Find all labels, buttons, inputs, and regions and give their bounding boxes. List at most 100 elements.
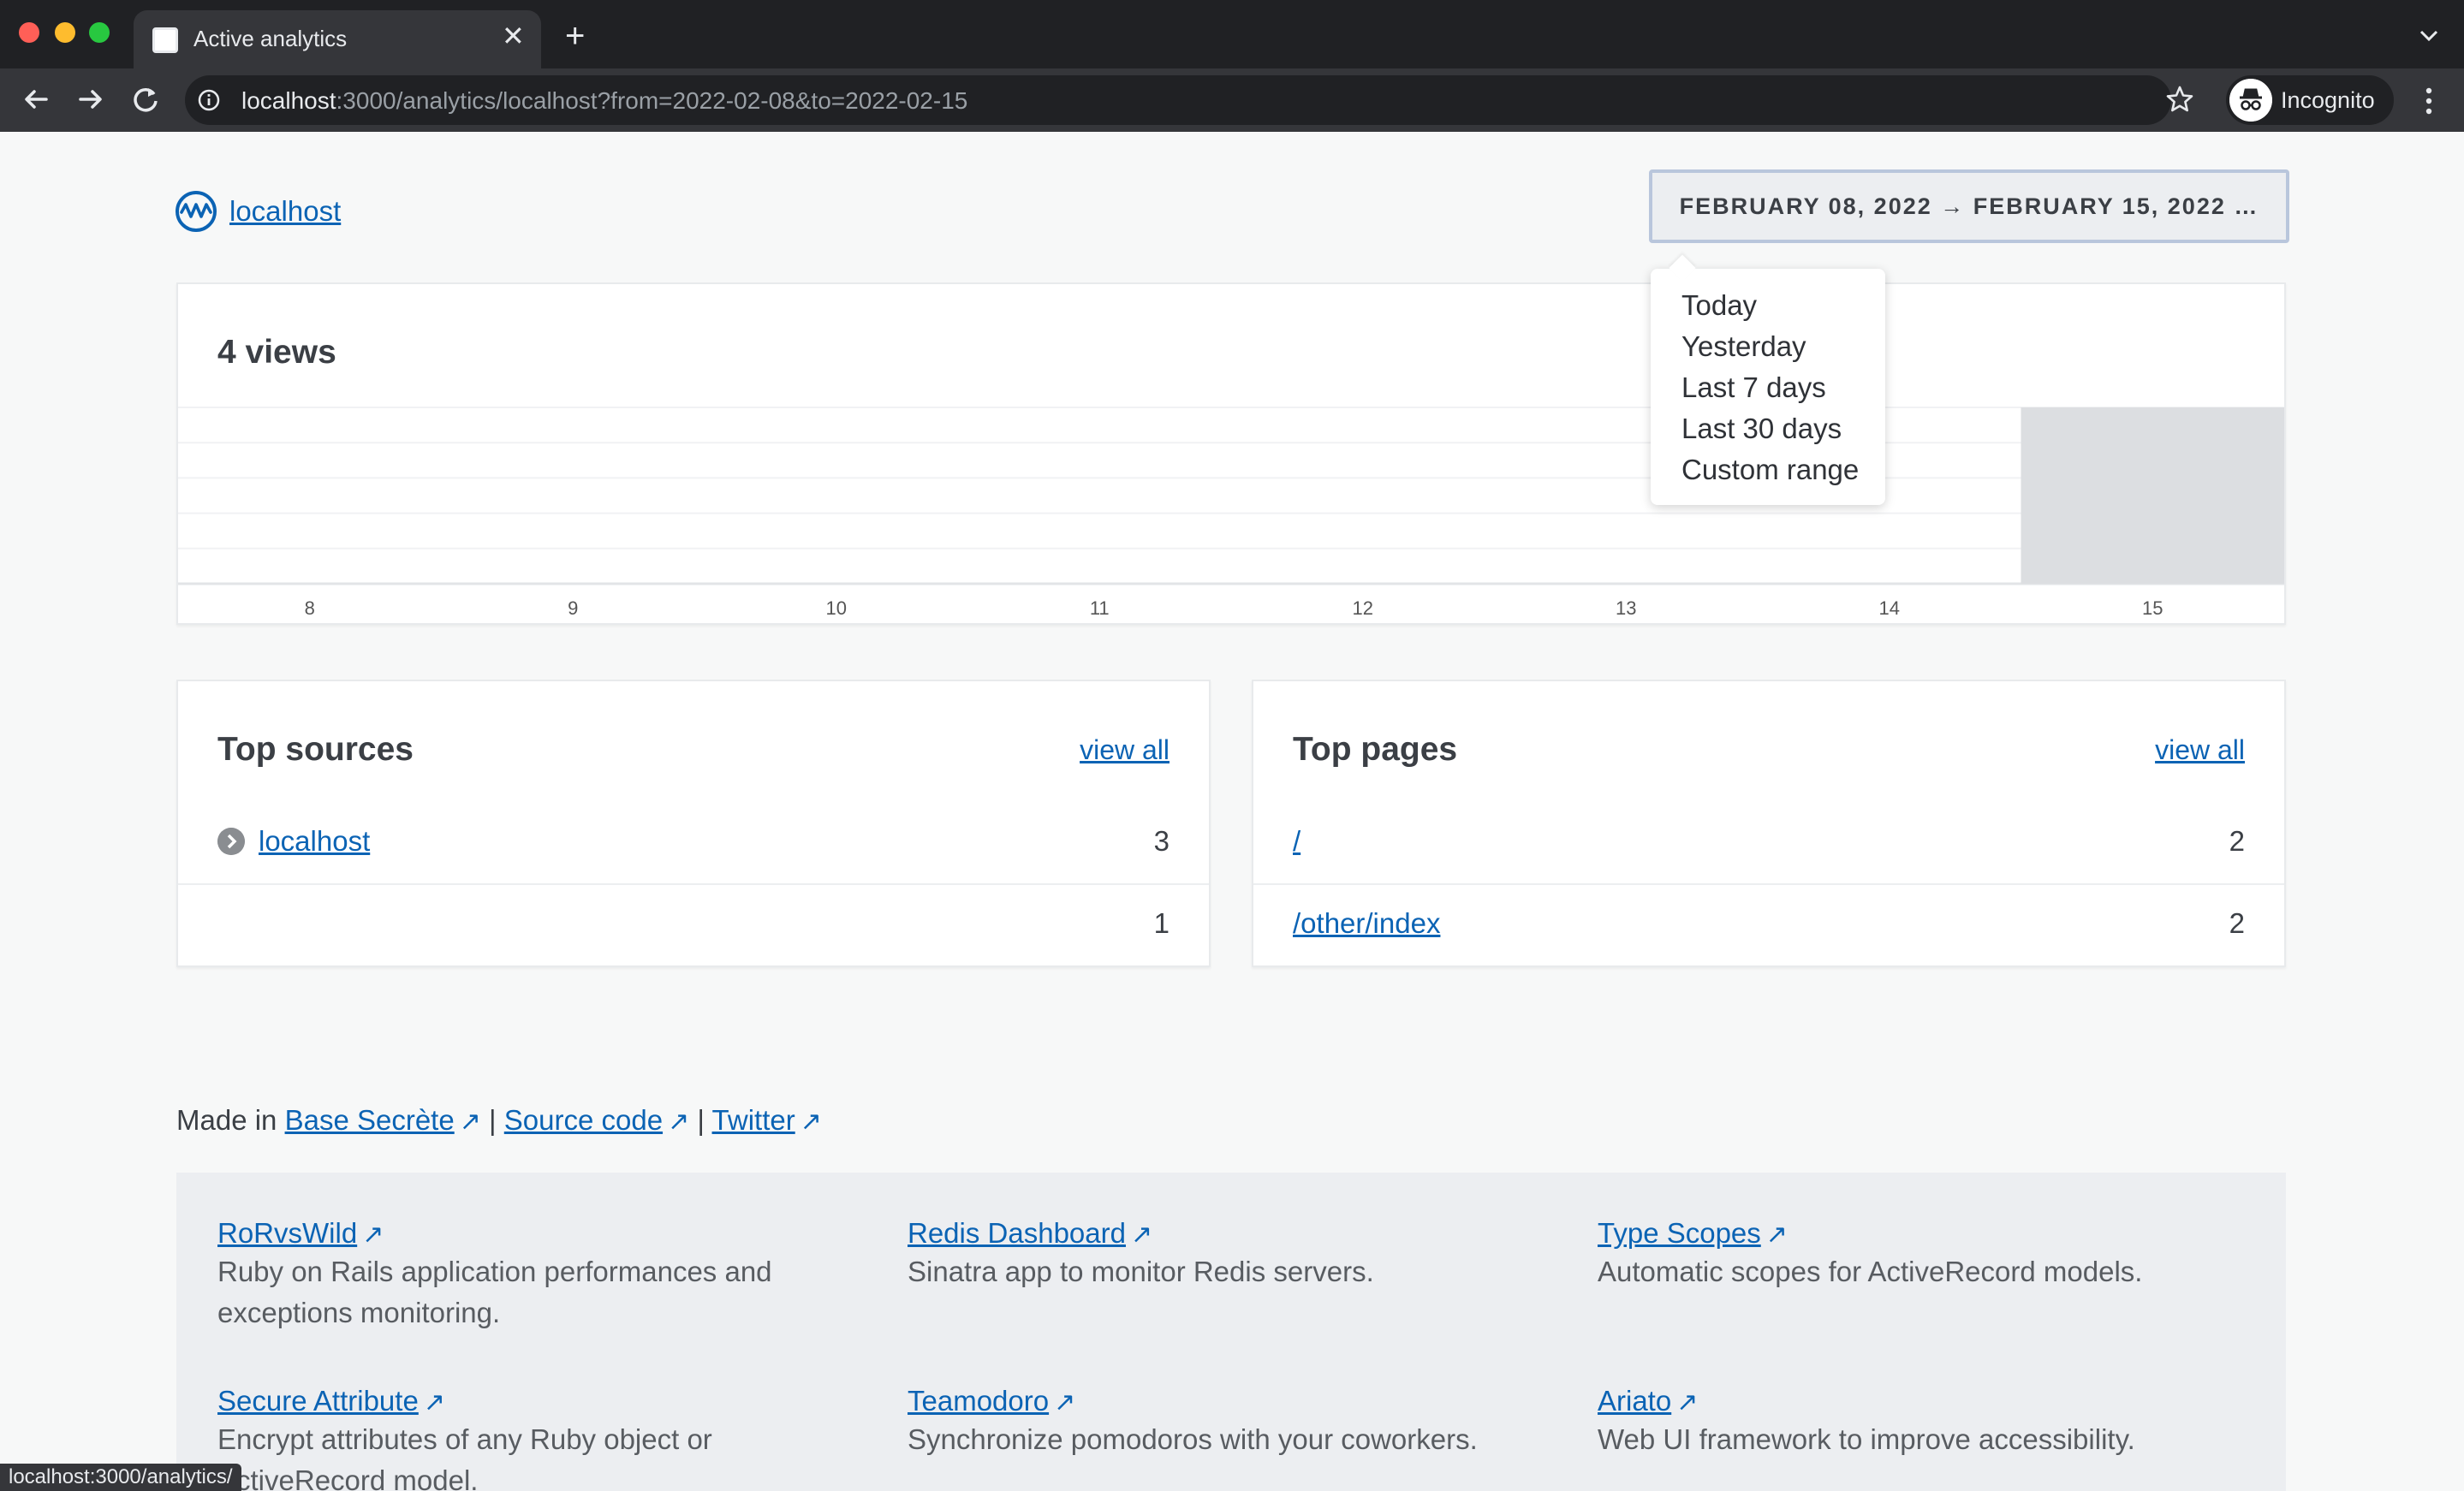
incognito-label: Incognito <box>2281 87 2375 113</box>
range-option-custom-range[interactable]: Custom range <box>1681 454 1859 486</box>
product-item: Redis Dashboard ↗ Sinatra app to monitor … <box>908 1217 1541 1292</box>
product-description: Ruby on Rails application performances a… <box>217 1256 772 1328</box>
x-tick-label: 10 <box>826 597 847 619</box>
range-option-last-30-days[interactable]: Last 30 days <box>1681 413 1842 445</box>
x-tick-label: 14 <box>1879 597 1900 619</box>
new-tab-icon[interactable]: + <box>565 19 585 53</box>
forward-arrow-icon[interactable] <box>72 80 110 118</box>
incognito-icon <box>2229 79 2272 122</box>
chart-bar-15[interactable] <box>2021 407 2285 584</box>
product-link-type-scopes[interactable]: Type Scopes <box>1598 1217 1761 1249</box>
x-tick-label: 9 <box>568 597 578 619</box>
page-link[interactable]: / <box>1293 825 1300 858</box>
external-link-icon: ↗ <box>668 1108 690 1136</box>
product-item: Teamodoro ↗ Synchronize pomodoros with yo… <box>908 1385 1541 1460</box>
external-link-icon: ↗ <box>1765 1221 1788 1249</box>
close-window-button[interactable] <box>19 22 39 43</box>
product-link-rorvswild[interactable]: RoRvsWild <box>217 1217 357 1249</box>
active-analytics-logo-icon <box>176 191 217 232</box>
external-link-icon: ↗ <box>362 1221 384 1249</box>
minimize-window-button[interactable] <box>55 22 75 43</box>
external-link-icon: ↗ <box>423 1388 445 1417</box>
external-link-icon: ↗ <box>800 1108 822 1136</box>
range-option-last-7-days[interactable]: Last 7 days <box>1681 371 1826 404</box>
page-label: /other/index <box>1293 907 1440 940</box>
date-range-button[interactable]: FEBRUARY 08, 2022 → FEBRUARY 15, 2022 … <box>1649 169 2289 243</box>
top-sources-view-all-link[interactable]: view all <box>1080 734 1170 766</box>
product-description: Sinatra app to monitor Redis servers. <box>908 1256 1374 1287</box>
reload-icon[interactable] <box>127 80 164 118</box>
product-item: Type Scopes ↗ Automatic scopes for Active… <box>1598 1217 2231 1292</box>
product-description: Web UI framework to improve accessibilit… <box>1598 1423 2135 1455</box>
product-link-secure-attribute[interactable]: Secure Attribute <box>217 1385 419 1417</box>
source-label: localhost <box>217 825 370 858</box>
page-label: / <box>1293 825 1300 858</box>
top-sources-title: Top sources <box>217 731 414 768</box>
external-link-icon: ↗ <box>459 1108 481 1136</box>
range-option-today[interactable]: Today <box>1681 289 1757 322</box>
table-row: /other/index 2 <box>1253 885 2284 967</box>
browser-tab-strip: Active analytics ✕ + <box>0 0 2464 68</box>
top-sources-card: Top sources view all localhost 3 1 <box>176 680 1211 967</box>
source-code-link[interactable]: Source code <box>504 1104 663 1136</box>
url-text[interactable]: localhost:3000/analytics/localhost?from=… <box>241 87 967 115</box>
page-link[interactable]: /other/index <box>1293 907 1440 940</box>
range-option-yesterday[interactable]: Yesterday <box>1681 330 1806 363</box>
products-panel: RoRvsWild ↗ Ruby on Rails application per… <box>176 1173 2286 1491</box>
site-header: localhost <box>175 190 341 233</box>
external-link-icon: ↗ <box>1676 1388 1699 1417</box>
site-info-icon[interactable] <box>197 88 221 112</box>
product-item: Ariato ↗ Web UI framework to improve acce… <box>1598 1385 2231 1460</box>
product-link-redis-dashboard[interactable]: Redis Dashboard <box>908 1217 1126 1249</box>
external-link-icon: ↗ <box>1130 1221 1153 1249</box>
made-in-text: Made in <box>176 1104 277 1136</box>
browser-tab[interactable]: Active analytics ✕ <box>134 10 541 68</box>
product-description: Synchronize pomodoros with your coworker… <box>908 1423 1478 1455</box>
chevron-down-icon[interactable] <box>2416 22 2442 48</box>
table-row: / 2 <box>1253 803 2284 885</box>
source-count: 1 <box>1153 907 1170 939</box>
address-bar[interactable]: localhost:3000/analytics/localhost?from=… <box>185 75 2171 125</box>
x-tick-label: 12 <box>1353 597 1373 619</box>
separator: | <box>697 1104 705 1136</box>
x-tick-label: 8 <box>305 597 315 619</box>
product-link-ariato[interactable]: Ariato <box>1598 1385 1671 1417</box>
close-tab-icon[interactable]: ✕ <box>502 22 525 50</box>
product-description: Automatic scopes for ActiveRecord models… <box>1598 1256 2143 1287</box>
incognito-profile-button[interactable]: Incognito <box>2226 75 2394 125</box>
page-favicon-icon <box>152 27 178 53</box>
status-bar-url: localhost:3000/analytics/ <box>0 1464 241 1491</box>
product-item: Secure Attribute ↗ Encrypt attributes of … <box>217 1385 851 1491</box>
twitter-link[interactable]: Twitter <box>712 1104 795 1136</box>
x-tick-label: 15 <box>2142 597 2163 619</box>
back-arrow-icon[interactable] <box>17 80 55 118</box>
top-pages-card: Top pages view all / 2 /other/index 2 <box>1252 680 2286 967</box>
tab-title: Active analytics <box>193 26 348 51</box>
views-bar-chart: 8 9 10 11 12 13 14 15 <box>178 407 2285 619</box>
x-tick-label: 13 <box>1616 597 1636 619</box>
top-pages-title: Top pages <box>1293 731 1458 768</box>
date-range-menu: Today Yesterday Last 7 days Last 30 days… <box>1651 269 1885 505</box>
product-description: Encrypt attributes of any Ruby object or… <box>217 1423 712 1491</box>
views-chart-card: 4 views 8 9 10 11 12 13 14 15 <box>176 282 2286 625</box>
source-count: 3 <box>1153 825 1170 857</box>
browser-menu-icon[interactable] <box>2416 84 2442 118</box>
top-pages-view-all-link[interactable]: view all <box>2155 734 2245 766</box>
x-tick-label: 11 <box>1090 597 1110 619</box>
page-count: 2 <box>2229 825 2245 857</box>
footer-credits: Made in Base Secrète ↗ | Source code ↗ | T… <box>176 1104 822 1137</box>
bookmark-star-icon[interactable] <box>2163 82 2197 116</box>
separator: | <box>489 1104 497 1136</box>
base-secrete-link[interactable]: Base Secrète <box>285 1104 455 1136</box>
zoom-window-button[interactable] <box>89 22 110 43</box>
external-link-icon: ↗ <box>1054 1388 1076 1417</box>
site-link[interactable]: localhost <box>229 195 341 228</box>
url-path: :3000/analytics/localhost?from=2022-02-0… <box>336 87 968 114</box>
source-link[interactable]: localhost <box>259 825 370 858</box>
product-item: RoRvsWild ↗ Ruby on Rails application per… <box>217 1217 851 1334</box>
product-link-teamodoro[interactable]: Teamodoro <box>908 1385 1049 1417</box>
url-host: localhost <box>241 87 336 114</box>
source-chevron-icon <box>217 828 245 855</box>
page-count: 2 <box>2229 907 2245 939</box>
table-row: 1 <box>178 885 1209 967</box>
